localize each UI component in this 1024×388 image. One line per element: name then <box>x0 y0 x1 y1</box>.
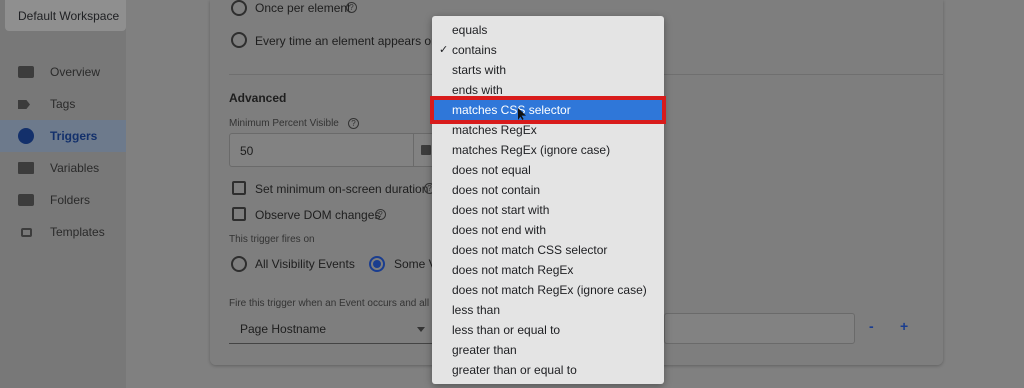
sidebar-item-variables[interactable]: Variables <box>0 152 126 184</box>
sidebar: Default Workspace Overview Tags Triggers… <box>0 0 126 388</box>
min-percent-value: 50 <box>240 144 254 158</box>
menu-item-does-not-contain[interactable]: does not contain <box>432 180 664 200</box>
menu-item-matches-css-selector[interactable]: matches CSS selector <box>430 96 666 124</box>
all-visibility-events-radio[interactable] <box>231 256 247 272</box>
menu-item-contains[interactable]: ✓ contains <box>432 40 664 60</box>
min-percent-label: Minimum Percent Visible <box>229 118 339 129</box>
template-icon <box>21 228 32 237</box>
advanced-heading: Advanced <box>229 91 287 105</box>
menu-item-label: greater than or equal to <box>452 363 577 377</box>
all-visibility-events-label: All Visibility Events <box>255 257 355 271</box>
menu-item-label: matches CSS selector <box>452 103 571 117</box>
sidebar-item-tags[interactable]: Tags <box>0 88 126 120</box>
menu-item-does-not-match-css-selector[interactable]: does not match CSS selector <box>432 240 664 260</box>
menu-item-starts-with[interactable]: starts with <box>432 60 664 80</box>
checkmark-icon: ✓ <box>439 44 449 56</box>
menu-item-ends-with[interactable]: ends with <box>432 80 664 100</box>
menu-item-greater-than-or-equal-to[interactable]: greater than or equal to <box>432 360 664 380</box>
menu-item-equals[interactable]: equals <box>432 20 664 40</box>
remove-condition-button[interactable]: - <box>869 318 874 334</box>
every-time-label: Every time an element appears on s <box>255 34 448 48</box>
min-duration-label: Set minimum on-screen duration <box>255 182 429 196</box>
menu-item-label: less than <box>452 303 501 317</box>
operator-dropdown-menu[interactable]: equals ✓ contains starts with ends with m… <box>430 16 666 384</box>
menu-item-label: ends with <box>452 83 503 97</box>
menu-item-label: greater than <box>452 343 517 357</box>
menu-item-label: matches RegEx <box>452 123 537 137</box>
menu-item-label: does not match RegEx (ignore case) <box>452 283 647 297</box>
menu-item-label: does not end with <box>452 223 547 237</box>
menu-item-label: does not start with <box>452 203 550 217</box>
menu-item-does-not-match-regex-ignore-case[interactable]: does not match RegEx (ignore case) <box>432 280 664 300</box>
menu-item-label: does not match CSS selector <box>452 243 608 257</box>
chevron-down-icon <box>417 327 425 332</box>
menu-item-does-not-start-with[interactable]: does not start with <box>432 200 664 220</box>
sidebar-item-overview[interactable]: Overview <box>0 56 126 88</box>
sidebar-item-label: Triggers <box>50 129 98 143</box>
once-per-element-radio[interactable] <box>231 0 247 16</box>
sidebar-item-folders[interactable]: Folders <box>0 184 126 216</box>
every-time-radio[interactable] <box>231 32 247 48</box>
trigger-icon <box>18 128 34 144</box>
help-icon[interactable]: ? <box>375 209 386 220</box>
observe-dom-label: Observe DOM changes <box>255 208 381 222</box>
input-separator <box>413 134 414 166</box>
menu-item-label: does not match RegEx <box>452 263 574 277</box>
sidebar-item-label: Overview <box>50 65 101 79</box>
briefcase-icon <box>18 66 34 78</box>
variable-select-value: Page Hostname <box>240 322 327 336</box>
menu-item-less-than-or-equal-to[interactable]: less than or equal to <box>432 320 664 340</box>
menu-item-less-than[interactable]: less than <box>432 300 664 320</box>
condition-label: Fire this trigger when an Event occurs a… <box>229 298 430 309</box>
menu-item-label: does not equal <box>452 163 531 177</box>
folder-icon <box>18 194 34 206</box>
menu-item-label: starts with <box>452 63 507 77</box>
condition-value-input[interactable] <box>664 313 855 344</box>
sidebar-item-templates[interactable]: Templates <box>0 216 126 248</box>
menu-item-does-not-end-with[interactable]: does not end with <box>432 220 664 240</box>
workspace-selector[interactable]: Default Workspace <box>5 0 126 31</box>
sidebar-item-label: Variables <box>50 161 100 175</box>
help-icon[interactable]: ? <box>348 118 359 129</box>
menu-item-label: matches RegEx (ignore case) <box>452 143 611 157</box>
menu-item-does-not-equal[interactable]: does not equal <box>432 160 664 180</box>
sidebar-item-label: Templates <box>50 225 105 239</box>
min-duration-checkbox[interactable] <box>232 181 246 195</box>
tag-icon <box>18 100 30 109</box>
menu-item-matches-regex[interactable]: matches RegEx <box>432 120 664 140</box>
menu-item-label: equals <box>452 23 488 37</box>
once-per-element-label: Once per element <box>255 1 351 15</box>
sidebar-item-label: Folders <box>50 193 91 207</box>
menu-item-does-not-match-regex[interactable]: does not match RegEx <box>432 260 664 280</box>
some-visibility-events-label: Some V <box>394 257 437 271</box>
menu-item-matches-regex-ignore-case[interactable]: matches RegEx (ignore case) <box>432 140 664 160</box>
min-percent-input[interactable] <box>229 133 439 167</box>
menu-item-label: contains <box>452 43 497 57</box>
sidebar-item-label: Tags <box>50 97 76 111</box>
variables-icon <box>18 162 34 174</box>
help-icon[interactable]: ? <box>346 2 357 13</box>
menu-item-label: less than or equal to <box>452 323 561 337</box>
observe-dom-checkbox[interactable] <box>232 207 246 221</box>
menu-item-greater-than[interactable]: greater than <box>432 340 664 360</box>
variable-picker-icon[interactable] <box>421 145 431 155</box>
menu-item-label: does not contain <box>452 183 541 197</box>
some-visibility-events-radio[interactable] <box>369 256 385 272</box>
sidebar-item-triggers[interactable]: Triggers <box>0 120 126 152</box>
add-condition-button[interactable]: + <box>900 318 908 334</box>
trigger-fires-on-label: This trigger fires on <box>229 234 315 245</box>
